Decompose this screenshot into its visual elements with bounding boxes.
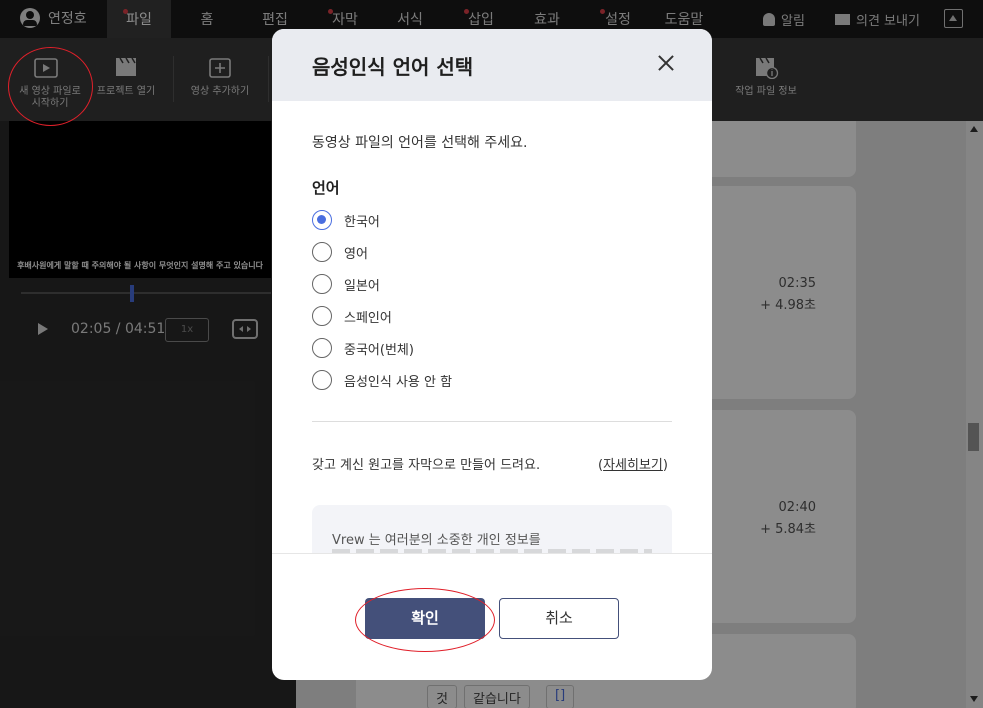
close-icon[interactable] bbox=[656, 53, 676, 73]
language-option-japanese[interactable]: 일본어 bbox=[312, 273, 380, 295]
language-option-spanish[interactable]: 스페인어 bbox=[312, 305, 392, 327]
option-label: 중국어(번체) bbox=[344, 342, 414, 358]
radio-icon[interactable] bbox=[312, 370, 332, 390]
radio-icon[interactable] bbox=[312, 306, 332, 326]
script-info-text: 갖고 계신 원고를 자막으로 만들어 드려요. bbox=[312, 458, 541, 473]
option-label: 한국어 bbox=[344, 214, 380, 230]
option-label: 스페인어 bbox=[344, 310, 392, 326]
dialog-title: 음성인식 언어 선택 bbox=[312, 55, 474, 79]
radio-icon[interactable] bbox=[312, 242, 332, 262]
radio-icon[interactable] bbox=[312, 338, 332, 358]
language-option-chinese-traditional[interactable]: 중국어(번체) bbox=[312, 337, 414, 359]
footer-divider bbox=[272, 553, 712, 554]
radio-icon[interactable] bbox=[312, 274, 332, 294]
cancel-button[interactable]: 취소 bbox=[499, 598, 619, 639]
option-label: 일본어 bbox=[344, 278, 380, 294]
detail-link[interactable]: (자세히보기) bbox=[598, 454, 668, 473]
language-option-none[interactable]: 음성인식 사용 안 함 bbox=[312, 369, 452, 391]
annotation-circle bbox=[8, 47, 93, 126]
dialog-divider bbox=[312, 421, 672, 422]
dialog-header: 음성인식 언어 선택 bbox=[272, 29, 712, 101]
option-label: 음성인식 사용 안 함 bbox=[344, 374, 453, 390]
option-label: 영어 bbox=[344, 246, 368, 262]
language-label: 언어 bbox=[312, 179, 340, 197]
radio-selected-icon[interactable] bbox=[312, 210, 332, 230]
privacy-notice: Vrew 는 여러분의 소중한 개인 정보를 bbox=[312, 505, 672, 553]
annotation-circle bbox=[355, 588, 495, 652]
privacy-notice-text: Vrew 는 여러분의 소중한 개인 정보를 bbox=[332, 533, 541, 548]
language-option-english[interactable]: 영어 bbox=[312, 241, 368, 263]
dialog-description: 동영상 파일의 언어를 선택해 주세요. bbox=[312, 135, 528, 151]
language-select-dialog: 음성인식 언어 선택 동영상 파일의 언어를 선택해 주세요. 언어 한국어 영… bbox=[272, 29, 712, 680]
detail-link-label: 자세히보기 bbox=[603, 458, 663, 473]
language-option-korean[interactable]: 한국어 bbox=[312, 209, 380, 231]
